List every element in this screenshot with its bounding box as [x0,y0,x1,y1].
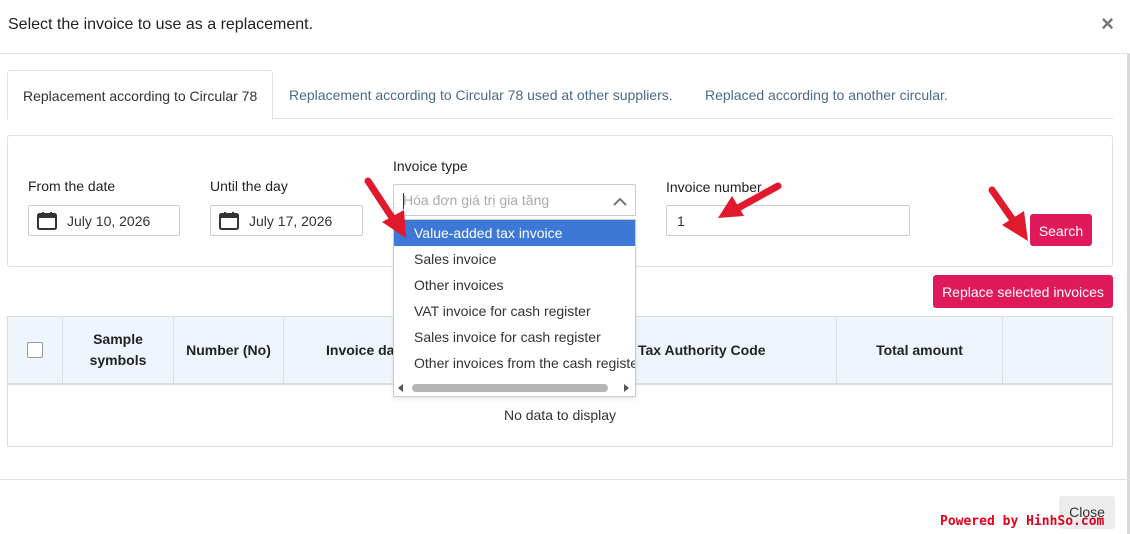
search-button[interactable]: Search [1030,214,1092,246]
option-sales-invoice-cash-register[interactable]: Sales invoice for cash register [394,324,635,350]
invoice-type-select[interactable]: Hóa đơn giá trị gia tăng [393,184,636,216]
watermark-text: Powered by HinhSo.com [940,514,1105,529]
invoice-type-label: Invoice type [393,158,468,174]
select-all-checkbox[interactable] [27,342,43,358]
option-value-added-tax-invoice[interactable]: Value-added tax invoice [394,220,635,246]
dialog-title: Select the invoice to use as a replaceme… [8,16,314,33]
scroll-right-icon[interactable] [624,384,629,392]
annotation-arrow-icon [988,186,1028,241]
until-date-value: July 17, 2026 [249,213,333,229]
option-other-invoices-cash-register[interactable]: Other invoices from the cash register [394,350,635,376]
from-date-field[interactable]: July 10, 2026 [28,205,180,236]
invoice-type-dropdown[interactable]: Value-added tax invoice Sales invoice Ot… [393,219,636,397]
tab-circular-78[interactable]: Replacement according to Circular 78 [7,70,274,120]
column-total-amount[interactable]: Total amount [837,317,1003,383]
option-vat-invoice-cash-register[interactable]: VAT invoice for cash register [394,298,635,324]
annotation-arrow-icon [364,177,406,238]
calendar-icon [37,212,57,233]
scrollbar-thumb[interactable] [412,384,608,392]
dialog-header: Select the invoice to use as a replaceme… [0,0,1130,54]
scroll-left-icon[interactable] [398,384,403,392]
invoice-type-placeholder: Hóa đơn giá trị gia tăng [403,192,550,208]
tab-circular-78-other-suppliers[interactable]: Replacement according to Circular 78 use… [274,70,688,119]
replace-selected-invoices-button[interactable]: Replace selected invoices [933,275,1113,308]
column-sample-symbols[interactable]: Sample symbols [63,317,174,383]
dropdown-horizontal-scrollbar[interactable] [394,380,635,396]
footer-divider [0,479,1130,480]
from-date-value: July 10, 2026 [67,213,151,229]
column-number[interactable]: Number (No) [174,317,284,383]
tab-another-circular[interactable]: Replaced according to another circular. [690,70,963,119]
close-icon[interactable]: × [1101,13,1114,35]
invoice-number-input[interactable]: 1 [666,205,910,236]
select-all-cell [8,317,63,383]
option-other-invoices[interactable]: Other invoices [394,272,635,298]
until-date-field[interactable]: July 17, 2026 [210,205,363,236]
column-actions [1003,317,1112,383]
annotation-arrow-icon [718,182,782,218]
tab-bar: Replacement according to Circular 78 Rep… [7,70,1113,120]
chevron-up-icon[interactable] [613,194,627,212]
until-date-label: Until the day [210,178,288,194]
from-date-label: From the date [28,178,116,194]
calendar-icon [219,212,239,233]
option-sales-invoice[interactable]: Sales invoice [394,246,635,272]
empty-table-message: No data to display [503,407,617,423]
